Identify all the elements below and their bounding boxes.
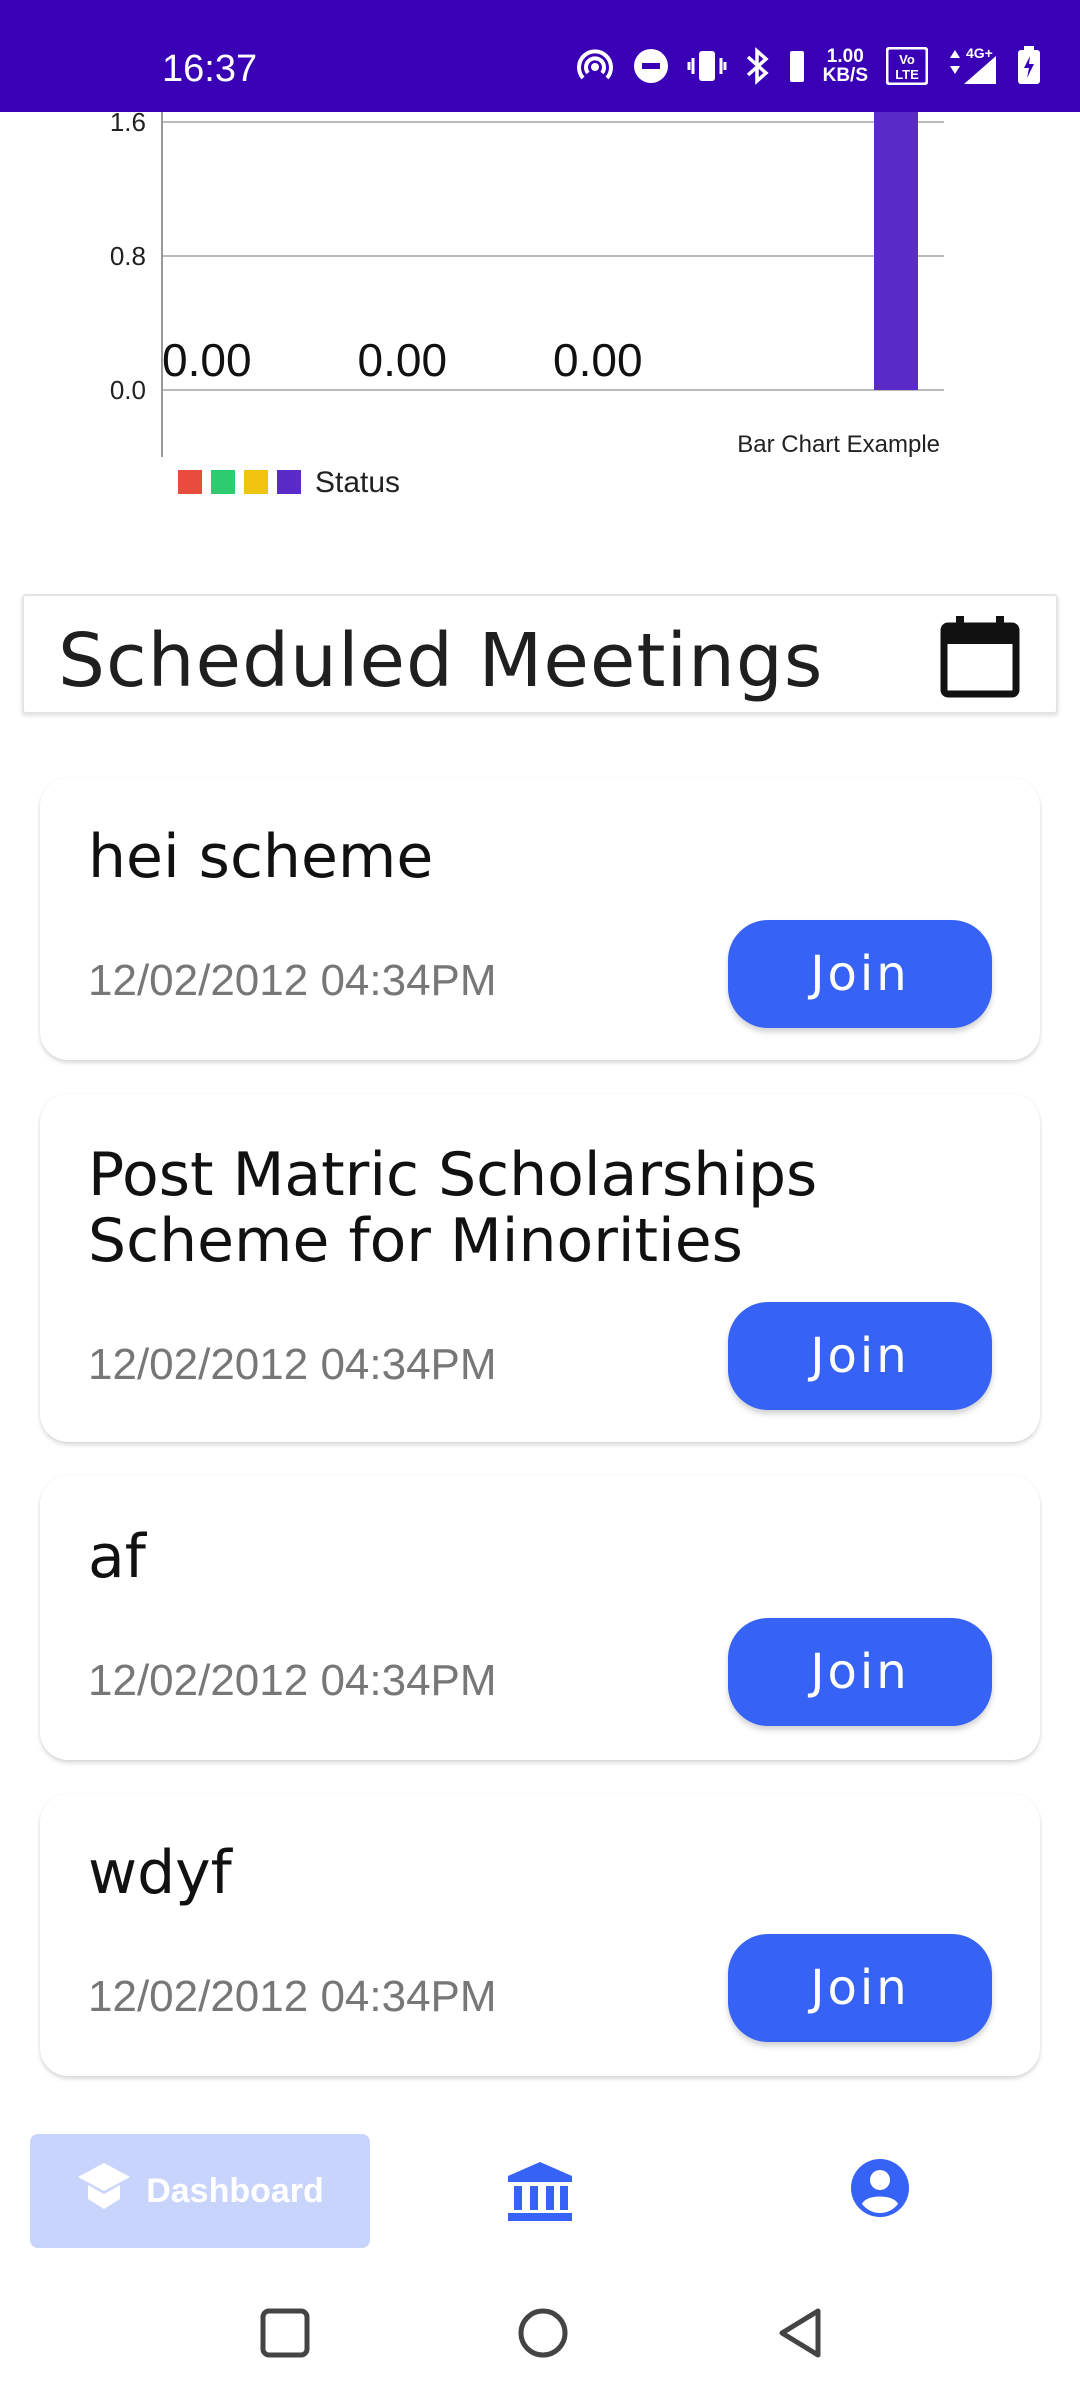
join-button[interactable]: Join [728,920,992,1028]
status-time: 16:37 [162,48,258,90]
hotspot-icon [575,48,615,84]
legend-swatch [244,470,268,494]
svg-text:Vo: Vo [899,52,915,67]
bank-icon[interactable] [506,2160,574,2226]
svg-text:LTE: LTE [895,67,919,82]
join-button[interactable]: Join [728,1934,992,2042]
meeting-time: 12/02/2012 04:34PM [88,1656,497,1705]
meeting-title: Post Matric Scholarships Scheme for Mino… [88,1140,818,1276]
meeting-time: 12/02/2012 04:34PM [88,956,497,1005]
meeting-time: 12/02/2012 04:34PM [88,1972,497,2021]
vibrate-icon [687,48,727,84]
nav-dashboard-label: Dashboard [146,2171,324,2210]
bar-chart-svg: 0.0 0.8 1.6 0.00 0.00 0.00 Bar Chart Example St… [110,112,944,499]
svg-text:4G+: 4G+ [966,46,993,61]
meeting-card: Post Matric Scholarships Scheme for Mino… [40,1094,1040,1442]
volte-icon: Vo LTE [886,47,928,85]
legend-swatch [178,470,202,494]
bar-chart: 0.0 0.8 1.6 0.00 0.00 0.00 Bar Chart Example St… [0,112,1080,552]
bar-value-label: 0.00 [162,334,252,386]
chart-description: Bar Chart Example [737,431,940,458]
home-button[interactable] [516,2306,570,2364]
status-icons: 1.00 KB/S Vo LTE 4G+ [575,46,1042,86]
bluetooth-icon [745,47,771,85]
y-tick-label: 0.8 [110,241,146,271]
legend-label: Status [315,466,400,499]
meeting-title: af [88,1522,146,1592]
bar-value-label: 0.00 [358,334,448,386]
y-tick-label: 0.0 [110,375,146,405]
app-screen: 16:37 1.00 KB/S Vo LTE 4G+ 0.0 0.8 1.6 0… [0,0,1080,2400]
battery-icon [1016,46,1042,86]
meeting-time: 12/02/2012 04:34PM [88,1340,497,1389]
y-tick-label: 1.6 [110,112,146,137]
join-button[interactable]: Join [728,1618,992,1726]
battery-small-icon [789,49,805,83]
dnd-icon [633,48,669,84]
recent-apps-button[interactable] [258,2306,312,2364]
net-speed: 1.00 KB/S [823,47,868,85]
legend-swatch [277,470,301,494]
meeting-title: wdyf [88,1838,232,1908]
bar-value-label: 0.00 [553,334,643,386]
nav-dashboard[interactable]: Dashboard [30,2134,370,2248]
net-speed-unit: KB/S [822,65,868,86]
system-navigation-bar [0,2268,1080,2400]
join-button[interactable]: Join [728,1302,992,1410]
graduation-cap-icon [76,2161,132,2222]
status-bar: 16:37 1.00 KB/S Vo LTE 4G+ [0,0,1080,112]
net-speed-value: 1.00 [826,46,864,67]
meeting-card: wdyf 12/02/2012 04:34PM Join [40,1794,1040,2076]
calendar-icon[interactable] [940,614,1020,702]
meeting-card: hei scheme 12/02/2012 04:34PM Join [40,778,1040,1060]
meeting-title: hei scheme [88,822,434,892]
signal-icon: 4G+ [946,46,998,86]
scheduled-meetings-header: Scheduled Meetings [22,594,1058,714]
scheduled-meetings-title: Scheduled Meetings [58,618,824,704]
bar [874,112,918,390]
bottom-navigation: Dashboard [0,2118,1080,2268]
meeting-card: af 12/02/2012 04:34PM Join [40,1476,1040,1760]
profile-icon[interactable] [850,2158,910,2222]
legend-swatch [211,470,235,494]
back-button[interactable] [774,2306,828,2364]
